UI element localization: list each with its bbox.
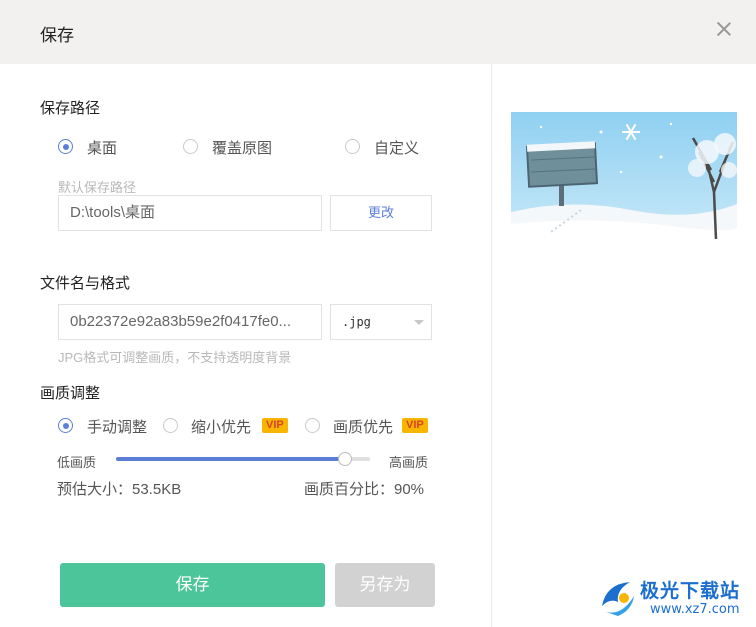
save-button[interactable]: 保存 [60,563,325,607]
estimated-size: 预估大小：53.5KB [57,481,182,498]
format-select-value: .jpg [342,315,371,329]
watermark-url: www.xz7.com [650,602,740,617]
filename-format-heading: 文件名与格式 [40,275,131,292]
vip-badge: VIP [402,418,428,433]
preview-image [511,112,737,239]
change-path-button[interactable]: 更改 [330,195,432,231]
quality-heading: 画质调整 [40,385,101,402]
radio-size-priority[interactable] [163,418,178,433]
radio-overwrite-label[interactable]: 覆盖原图 [212,137,272,158]
save-path-heading: 保存路径 [40,100,101,117]
default-path-label: 默认保存路径 [58,180,137,195]
quality-slider-thumb[interactable] [337,452,352,466]
high-quality-label: 高画质 [389,455,429,470]
radio-custom[interactable] [345,139,360,154]
title-bar: 保存 [0,0,756,64]
panel-divider [491,64,492,627]
format-hint: JPG格式可调整画质，不支持透明度背景 [58,350,292,365]
radio-overwrite[interactable] [183,139,198,154]
format-select[interactable]: .jpg [330,304,432,340]
radio-custom-label[interactable]: 自定义 [374,137,419,158]
close-icon[interactable] [716,21,732,37]
quality-slider-fill [116,457,345,461]
vip-badge: VIP [262,418,288,433]
watermark-brand: 极光下载站 [640,581,741,602]
watermark-logo: 极光下载站 www.xz7.com [596,572,756,624]
radio-desktop-label[interactable]: 桌面 [87,137,117,158]
radio-quality-priority[interactable] [305,418,320,433]
filename-field[interactable]: 0b22372e92a83b59e2f0417fe0... [58,304,322,340]
radio-desktop[interactable] [58,139,73,154]
radio-manual[interactable] [58,418,73,433]
quality-percent: 画质百分比：90% [304,481,425,498]
dialog-title: 保存 [40,26,74,45]
low-quality-label: 低画质 [57,455,97,470]
radio-quality-priority-label[interactable]: 画质优先 [333,416,393,437]
quality-slider[interactable] [116,452,370,466]
save-as-button[interactable]: 另存为 [335,563,435,607]
radio-size-priority-label[interactable]: 缩小优先 [191,416,251,437]
watermark-icon [602,582,634,616]
save-path-field[interactable]: D:\tools\桌面 [58,195,322,231]
radio-manual-label[interactable]: 手动调整 [87,416,147,437]
chevron-down-icon [414,320,424,325]
